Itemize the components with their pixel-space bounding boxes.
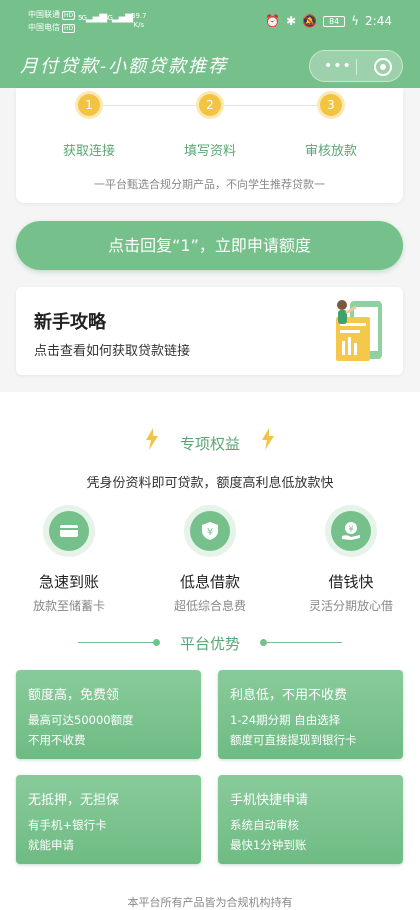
step-connector <box>100 105 197 106</box>
carrier-2: 中国电信 HD <box>28 23 76 33</box>
guide-illustration-icon <box>336 300 382 361</box>
advantage-line: 最高可达50000额度 <box>28 713 134 727</box>
guide-title: 新手攻略 <box>34 312 106 333</box>
close-miniapp-icon[interactable] <box>374 58 392 76</box>
feature-name: 借钱快 <box>328 573 374 591</box>
advantage-title: 额度高，免费领 <box>28 688 120 703</box>
advantage-title: 无抵押，无担保 <box>28 793 120 808</box>
top-bar: 中国联通 HD 中国电信 HD 5G▂▄▆ 4G▂▄▆ 39.7 K/s ⏰ ✱ 🔕 … <box>0 0 420 88</box>
card-icon <box>60 525 78 537</box>
more-icon[interactable]: ••• <box>324 58 352 74</box>
benefits-description: 凭身份资料即可贷款，额度高利息低放款快 <box>86 476 334 491</box>
bluetooth-icon: ✱ <box>286 14 297 28</box>
step-connector <box>221 105 320 106</box>
step-number-2: 2 <box>199 94 221 116</box>
advantage-line: 最快1分钟到账 <box>230 838 307 852</box>
advantage-card: 额度高，免费领 最高可达50000额度 不用不收费 <box>16 670 201 759</box>
svg-text:¥: ¥ <box>348 525 353 534</box>
network-speed: 39.7 K/s <box>131 12 147 29</box>
signal-5g: 5G▂▄▆ <box>78 12 107 23</box>
step-label-1: 获取连接 <box>62 144 115 159</box>
clock: 2:44 <box>365 14 392 28</box>
carrier-1: 中国联通 HD <box>28 10 76 20</box>
steps-card: 1 2 3 获取连接 填写资料 审核放款 一平台甄选合规分期产品，不向学生推荐贷… <box>16 88 403 203</box>
status-bar: 中国联通 HD 中国电信 HD 5G▂▄▆ 4G▂▄▆ 39.7 K/s ⏰ ✱ 🔕 … <box>0 0 420 40</box>
advantage-card: 手机快捷申请 系统自动审核 最快1分钟到账 <box>218 775 403 864</box>
step-label-2: 填写资料 <box>183 144 236 159</box>
platform-note: 一平台甄选合规分期产品，不向学生推荐贷款一 <box>94 178 325 191</box>
miniapp-capsule: ••• <box>309 50 403 82</box>
benefits-heading: 专项权益 <box>179 435 240 453</box>
step-label-3: 审核放款 <box>304 144 357 159</box>
feature-name: 低息借款 <box>179 573 240 591</box>
svg-text:¥: ¥ <box>207 527 213 538</box>
advantage-line: 有手机+银行卡 <box>28 818 107 832</box>
step-number-3: 3 <box>320 94 342 116</box>
charging-icon: ϟ <box>351 14 360 28</box>
status-right: ⏰ ✱ 🔕 84 ϟ 2:44 <box>265 14 392 28</box>
footer-note: 本平台所有产品皆为合规机构持有 <box>127 896 293 909</box>
capsule-divider <box>356 59 357 75</box>
advantage-card: 利息低，不用不收费 1-24期分期 自由选择 额度可直接提现到银行卡 <box>218 670 403 759</box>
divider-line <box>264 642 342 643</box>
battery-icon: 84 <box>323 15 346 27</box>
advantage-line: 额度可直接提现到银行卡 <box>230 733 357 747</box>
apply-button[interactable]: 点击回复“1”，立即申请额度 <box>16 221 403 270</box>
signal-4g: 4G▂▄▆ <box>104 12 133 23</box>
guide-card[interactable]: 新手攻略 点击查看如何获取贷款链接 <box>16 287 403 375</box>
benefits-section: 专项权益 凭身份资料即可贷款，额度高利息低放款快 急速到账 放款至储蓄卡 ¥ 低… <box>0 392 420 910</box>
yen-hand-icon: ¥ <box>342 522 360 540</box>
feature-desc: 放款至储蓄卡 <box>32 599 105 613</box>
advantage-title: 手机快捷申请 <box>230 793 309 808</box>
feature-desc: 超低综合息费 <box>173 599 246 613</box>
lightning-icon <box>262 428 274 450</box>
page-title: 月付贷款-小额贷款推荐 <box>20 56 229 77</box>
step-number-1: 1 <box>78 94 100 116</box>
advantage-line: 1-24期分期 自由选择 <box>230 713 341 727</box>
advantages-heading: 平台优势 <box>179 635 240 653</box>
advantage-line: 系统自动审核 <box>230 818 299 832</box>
feature-desc: 灵活分期放心借 <box>308 599 393 613</box>
advantage-line: 不用不收费 <box>28 733 86 747</box>
advantage-card: 无抵押，无担保 有手机+银行卡 就能申请 <box>16 775 201 864</box>
alarm-icon: ⏰ <box>265 14 281 28</box>
advantage-title: 利息低，不用不收费 <box>230 688 348 703</box>
yen-shield-icon: ¥ <box>202 522 218 540</box>
mute-icon: 🔕 <box>302 14 318 28</box>
guide-subtitle: 点击查看如何获取贷款链接 <box>34 344 191 359</box>
advantage-line: 就能申请 <box>28 838 74 852</box>
feature-name: 急速到账 <box>38 573 99 591</box>
